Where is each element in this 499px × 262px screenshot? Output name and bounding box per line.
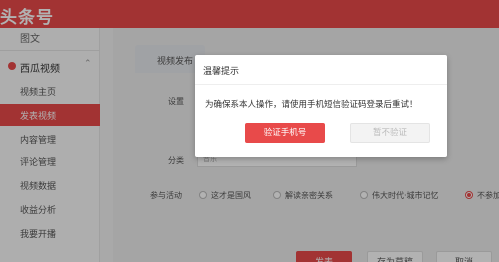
verification-dialog: 温馨提示 为确保系本人操作，请使用手机短信验证码登录后重试！ 验证手机号 暂不验… <box>195 55 447 157</box>
skip-verification-button[interactable]: 暂不验证 <box>350 123 430 143</box>
dialog-divider <box>195 84 447 85</box>
dialog-title: 温馨提示 <box>203 67 240 77</box>
dialog-message: 为确保系本人操作，请使用手机短信验证码登录后重试！ <box>205 100 418 110</box>
verify-phone-button[interactable]: 验证手机号 <box>245 123 325 143</box>
